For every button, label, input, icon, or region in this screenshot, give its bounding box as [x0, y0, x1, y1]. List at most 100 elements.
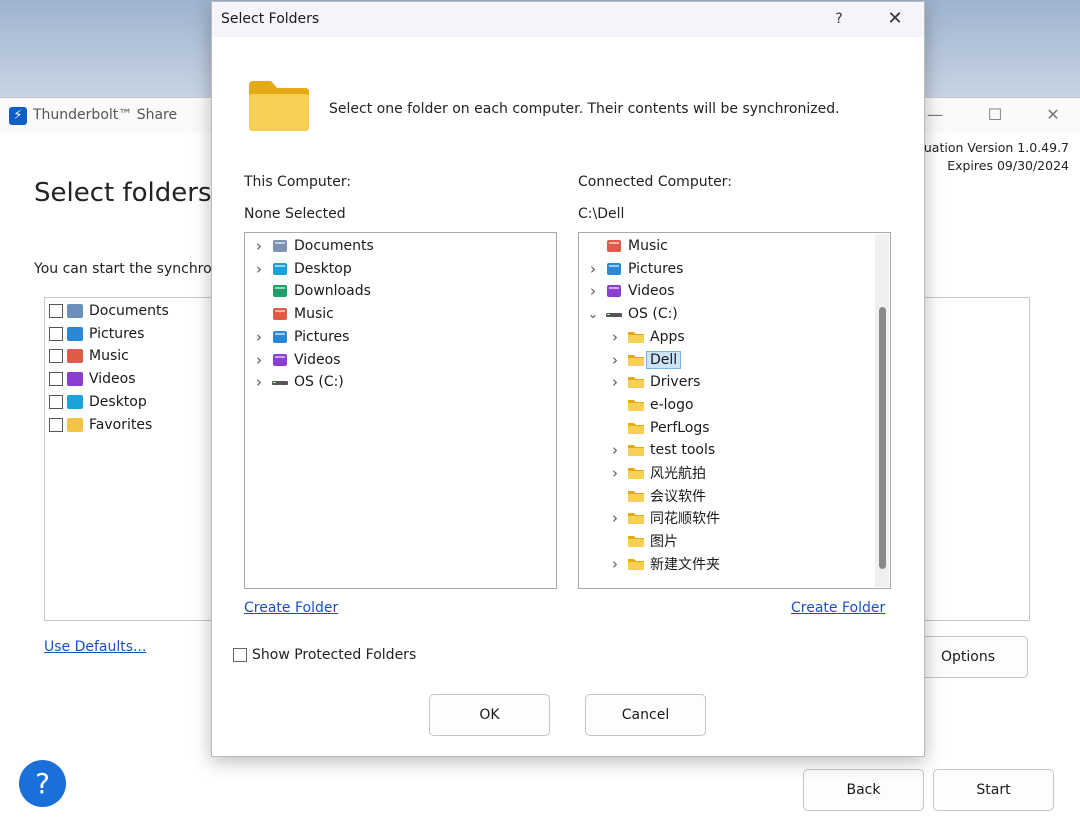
- tree-item-label: 新建文件夹: [650, 556, 720, 573]
- tree-item-label: Music: [628, 238, 668, 254]
- tree-item[interactable]: PerfLogs: [609, 417, 710, 439]
- tree-item[interactable]: › Videos: [253, 349, 341, 371]
- tree-item[interactable]: › test tools: [609, 439, 715, 461]
- checklist-item[interactable]: Pictures: [49, 323, 144, 345]
- this-computer-tree[interactable]: › Documents › Desktop Downloads Music › Picture…: [244, 232, 557, 589]
- create-folder-link-right[interactable]: Create Folder: [791, 600, 885, 616]
- tree-item[interactable]: ⌄ OS (C:): [587, 303, 678, 325]
- chevron-right-icon[interactable]: ›: [587, 260, 599, 278]
- create-folder-link-left[interactable]: Create Folder: [244, 600, 338, 616]
- options-label: Options: [940, 649, 996, 665]
- connected-computer-selection: C:\Dell: [578, 206, 625, 222]
- favorites-icon: [67, 417, 83, 432]
- pictures-icon: [273, 330, 287, 343]
- main-close-icon[interactable]: ✕: [1038, 103, 1068, 127]
- maximize-icon[interactable]: ☐: [980, 103, 1010, 127]
- tree-item[interactable]: › Desktop: [253, 258, 352, 280]
- chevron-right-icon[interactable]: ›: [609, 509, 621, 527]
- checklist-item[interactable]: Videos: [49, 368, 136, 390]
- chevron-right-icon[interactable]: ›: [253, 373, 265, 391]
- tree-item[interactable]: › OS (C:): [253, 371, 344, 393]
- show-protected-checkbox[interactable]: [233, 648, 247, 662]
- tree-item[interactable]: › 同花顺软件: [609, 507, 720, 529]
- connected-computer-tree[interactable]: Music › Pictures › Videos ⌄ OS (C:) › Apps › Dell ›…: [578, 232, 891, 589]
- tree-item[interactable]: › Pictures: [253, 326, 349, 348]
- tree-item[interactable]: › Documents: [253, 235, 374, 257]
- tree-item-label: PerfLogs: [650, 419, 710, 436]
- checklist-item-label: Music: [89, 348, 129, 365]
- tree-item-label: Videos: [294, 351, 341, 368]
- tree-item-label: Apps: [650, 328, 685, 345]
- scrollbar-thumb[interactable]: [879, 307, 886, 569]
- tree-item-label: OS (C:): [628, 306, 678, 323]
- cancel-label: Cancel: [621, 707, 670, 723]
- dialog-close-icon[interactable]: ✕: [882, 8, 908, 30]
- checkbox[interactable]: [49, 304, 63, 318]
- drive-icon: [606, 313, 622, 318]
- chevron-right-icon[interactable]: ›: [609, 555, 621, 573]
- dialog-title: Select Folders: [221, 11, 320, 27]
- app-title: Thunderbolt™ Share: [33, 107, 178, 123]
- cancel-button[interactable]: Cancel: [585, 694, 706, 736]
- checkbox[interactable]: [49, 349, 63, 364]
- start-label: Start: [976, 782, 1011, 798]
- music-icon: [607, 240, 621, 252]
- chevron-right-icon[interactable]: ›: [609, 328, 621, 346]
- checkbox[interactable]: [49, 372, 63, 387]
- chevron-right-icon[interactable]: ›: [253, 237, 265, 255]
- chevron-right-icon[interactable]: ›: [609, 351, 621, 369]
- checklist-item[interactable]: Desktop: [49, 391, 147, 413]
- tree-item[interactable]: 会议软件: [609, 485, 706, 507]
- tree-item[interactable]: › Dell: [609, 349, 682, 371]
- checklist-item-label: Videos: [89, 371, 136, 388]
- chevron-right-icon[interactable]: ›: [587, 282, 599, 300]
- back-label: Back: [846, 782, 881, 798]
- chevron-right-icon[interactable]: ›: [253, 351, 265, 369]
- use-defaults-link[interactable]: Use Defaults...: [44, 639, 146, 655]
- folder-icon: [628, 558, 644, 570]
- music-icon: [67, 349, 83, 364]
- documents-icon: [67, 304, 83, 318]
- page-subtitle: You can start the synchroni: [34, 261, 225, 277]
- tree-item[interactable]: › Pictures: [587, 258, 683, 280]
- tree-item[interactable]: › 新建文件夹: [609, 553, 720, 575]
- tree-item[interactable]: Downloads: [253, 280, 371, 302]
- tree-scrollbar[interactable]: [875, 234, 889, 587]
- tree-item[interactable]: › 风光航拍: [609, 462, 706, 484]
- checkbox[interactable]: [49, 326, 63, 341]
- ok-label: OK: [479, 707, 500, 723]
- checklist-item[interactable]: Music: [49, 345, 129, 367]
- pictures-icon: [607, 262, 621, 275]
- tree-item[interactable]: 图片: [609, 530, 678, 552]
- chevron-right-icon[interactable]: ›: [609, 373, 621, 391]
- show-protected-folders-option[interactable]: Show Protected Folders: [233, 647, 416, 663]
- dialog-help-button[interactable]: ?: [828, 8, 850, 30]
- back-button[interactable]: Back: [803, 769, 924, 811]
- help-glyph: ?: [35, 767, 50, 800]
- videos-icon: [67, 372, 83, 387]
- chevron-down-icon[interactable]: ⌄: [587, 307, 599, 322]
- tree-item-label: Drivers: [650, 374, 701, 391]
- checkbox[interactable]: [49, 417, 63, 432]
- tree-item[interactable]: › Apps: [609, 326, 685, 348]
- this-computer-label: This Computer:: [244, 174, 352, 190]
- chevron-right-icon[interactable]: ›: [253, 260, 265, 278]
- checklist-item[interactable]: Documents: [49, 300, 169, 322]
- drive-icon: [272, 381, 288, 386]
- start-button[interactable]: Start: [933, 769, 1054, 811]
- checklist-item[interactable]: Favorites: [49, 414, 152, 436]
- chevron-right-icon[interactable]: ›: [609, 464, 621, 482]
- help-button[interactable]: ?: [19, 760, 66, 807]
- tree-item[interactable]: Music: [253, 303, 334, 325]
- checkbox[interactable]: [49, 394, 63, 409]
- checklist-item-label: Desktop: [89, 393, 147, 410]
- chevron-right-icon[interactable]: ›: [253, 328, 265, 346]
- ok-button[interactable]: OK: [429, 694, 550, 736]
- tree-item[interactable]: › Drivers: [609, 371, 700, 393]
- chevron-right-icon[interactable]: ›: [609, 441, 621, 459]
- options-button[interactable]: Options: [908, 636, 1028, 678]
- tree-item[interactable]: Music: [587, 235, 668, 257]
- tree-item[interactable]: e-logo: [609, 394, 694, 416]
- tree-item-label: Dell: [645, 350, 682, 369]
- tree-item[interactable]: › Videos: [587, 280, 675, 302]
